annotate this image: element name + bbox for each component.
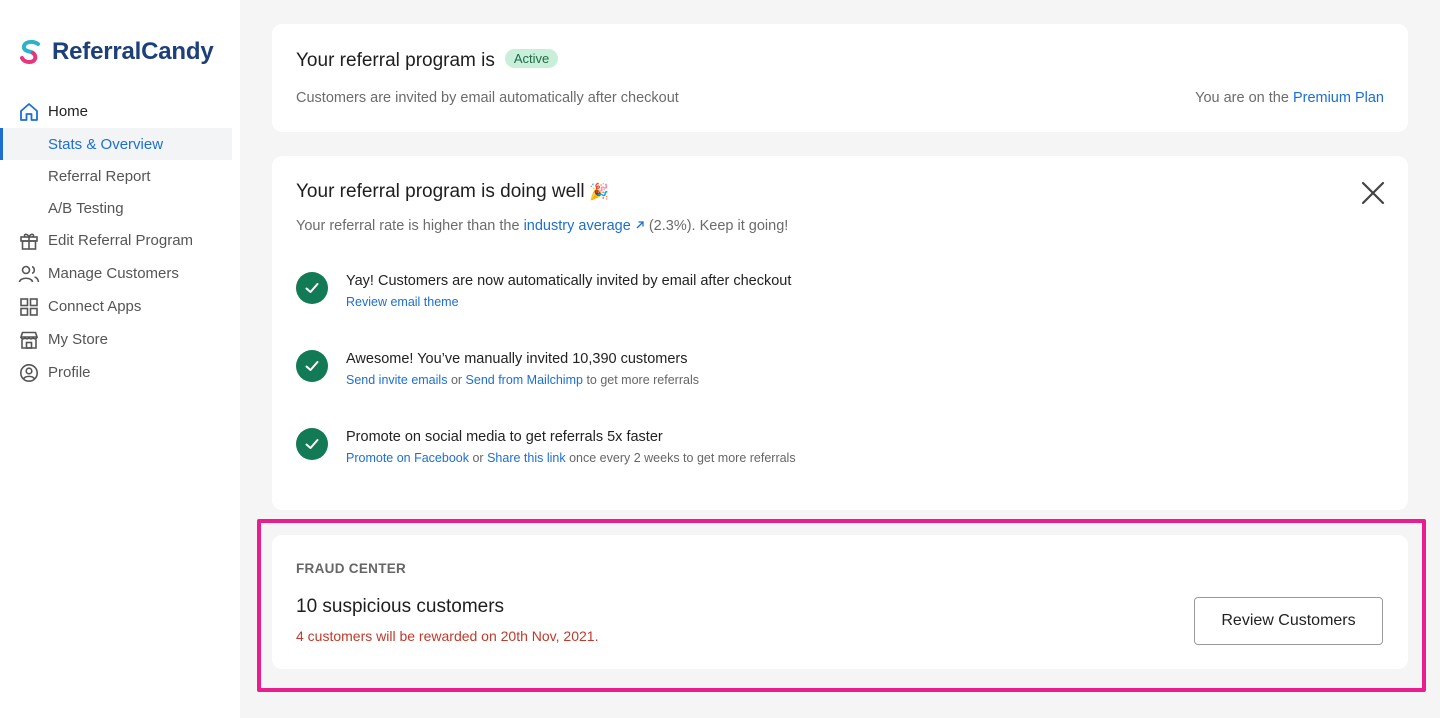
sidebar-item-connect-apps[interactable]: Connect Apps xyxy=(0,290,240,323)
store-icon xyxy=(18,329,40,351)
send-invite-emails-link[interactable]: Send invite emails xyxy=(346,373,447,387)
task-sub-text: Send invite emails or Send from Mailchim… xyxy=(346,373,699,387)
sidebar-item-label: Profile xyxy=(48,364,91,381)
sidebar-subitem-label: Referral Report xyxy=(48,167,151,185)
close-icon[interactable] xyxy=(1360,180,1386,206)
program-progress-card: Your referral program is doing well 🎉 Yo… xyxy=(272,156,1408,510)
program-status-card: Your referral program is Active Customers… xyxy=(272,24,1408,132)
apps-grid-icon xyxy=(18,296,40,318)
sidebar-subitem-referral-report[interactable]: Referral Report xyxy=(0,160,240,192)
sidebar-subitem-label: A/B Testing xyxy=(48,199,124,217)
sidebar-subitem-label: Stats & Overview xyxy=(48,135,164,153)
users-icon xyxy=(18,263,40,285)
check-circle-icon xyxy=(296,350,328,382)
sidebar-item-label: Edit Referral Program xyxy=(48,232,194,249)
task-suffix: to get more referrals xyxy=(586,373,699,387)
sidebar-nav: Home Stats & Overview Referral Report A/… xyxy=(0,95,240,389)
task-item-auto-invite: Yay! Customers are now automatically inv… xyxy=(296,272,791,309)
task-sub-text: Review email theme xyxy=(346,295,791,309)
party-popper-icon: 🎉 xyxy=(589,184,610,201)
sidebar-item-edit-referral-program[interactable]: Edit Referral Program xyxy=(0,224,240,257)
review-customers-button[interactable]: Review Customers xyxy=(1194,597,1383,645)
sidebar-subitem-stats-overview[interactable]: Stats & Overview xyxy=(0,128,232,160)
industry-average-label: industry average xyxy=(523,218,631,234)
brand-name: ReferralCandy xyxy=(52,38,214,65)
sidebar-item-label: Home xyxy=(48,103,89,120)
reward-warning: 4 customers will be rewarded on 20th Nov… xyxy=(296,628,599,644)
sidebar-item-profile[interactable]: Profile xyxy=(0,356,240,389)
review-email-theme-link[interactable]: Review email theme xyxy=(346,295,459,309)
progress-subtitle: Your referral rate is higher than the in… xyxy=(296,218,788,234)
task-sub-text: Promote on Facebook or Share this link o… xyxy=(346,451,796,465)
suspicious-customers-count: 10 suspicious customers xyxy=(296,596,505,617)
sidebar-item-label: Manage Customers xyxy=(48,265,179,282)
brand-logo[interactable]: ReferralCandy xyxy=(18,38,214,66)
external-link-icon xyxy=(636,221,644,229)
sidebar-item-home[interactable]: Home xyxy=(0,95,240,128)
progress-subtitle-prefix: Your referral rate is higher than the xyxy=(296,218,520,234)
referralcandy-logo-icon xyxy=(20,39,40,65)
task-main-text: Promote on social media to get referrals… xyxy=(346,429,663,445)
task-text: Awesome! You’ve manually invited 10,390 … xyxy=(346,350,699,387)
status-badge: Active xyxy=(504,49,559,68)
task-or: or xyxy=(472,451,484,465)
sidebar-item-label: My Store xyxy=(48,331,109,348)
send-from-mailchimp-link[interactable]: Send from Mailchimp xyxy=(466,373,583,387)
task-text: Promote on social media to get referrals… xyxy=(346,428,796,465)
check-circle-icon xyxy=(296,428,328,460)
check-circle-icon xyxy=(296,272,328,304)
sidebar-item-manage-customers[interactable]: Manage Customers xyxy=(0,257,240,290)
fraud-center-label: FRAUD CENTER xyxy=(296,561,407,576)
program-status-subtitle: Customers are invited by email automatic… xyxy=(296,90,679,106)
program-status-heading: Your referral program is Active xyxy=(296,49,559,72)
task-suffix: once every 2 weeks to get more referrals xyxy=(569,451,796,465)
share-this-link-link[interactable]: Share this link xyxy=(487,451,566,465)
sidebar-item-label: Connect Apps xyxy=(48,298,142,315)
sidebar-subitem-ab-testing[interactable]: A/B Testing xyxy=(0,192,240,224)
progress-title: Your referral program is doing well xyxy=(296,181,585,202)
promote-on-facebook-link[interactable]: Promote on Facebook xyxy=(346,451,469,465)
sidebar-item-my-store[interactable]: My Store xyxy=(0,323,240,356)
task-or: or xyxy=(450,373,463,387)
premium-plan-link[interactable]: Premium Plan xyxy=(1293,90,1384,106)
task-item-manual-invite: Awesome! You’ve manually invited 10,390 … xyxy=(296,350,699,387)
industry-average-link[interactable]: industry average xyxy=(524,218,645,234)
progress-heading: Your referral program is doing well 🎉 xyxy=(296,181,609,203)
plan-info: You are on the Premium Plan xyxy=(1195,90,1384,106)
fraud-center-card: FRAUD CENTER 10 suspicious customers 4 c… xyxy=(272,535,1408,669)
profile-icon xyxy=(18,362,40,384)
task-main-text: Yay! Customers are now automatically inv… xyxy=(346,273,792,289)
sidebar: ReferralCandy Home Stats & Overview Refe… xyxy=(0,0,240,718)
task-main-text: Awesome! You’ve manually invited 10,390 … xyxy=(346,351,688,367)
task-item-social-media: Promote on social media to get referrals… xyxy=(296,428,796,465)
task-text: Yay! Customers are now automatically inv… xyxy=(346,272,791,309)
gift-icon xyxy=(18,230,40,252)
progress-subtitle-suffix: (2.3%). Keep it going! xyxy=(648,218,789,234)
home-icon xyxy=(18,101,40,123)
plan-prefix: You are on the xyxy=(1195,90,1289,106)
program-status-title: Your referral program is xyxy=(296,50,495,71)
